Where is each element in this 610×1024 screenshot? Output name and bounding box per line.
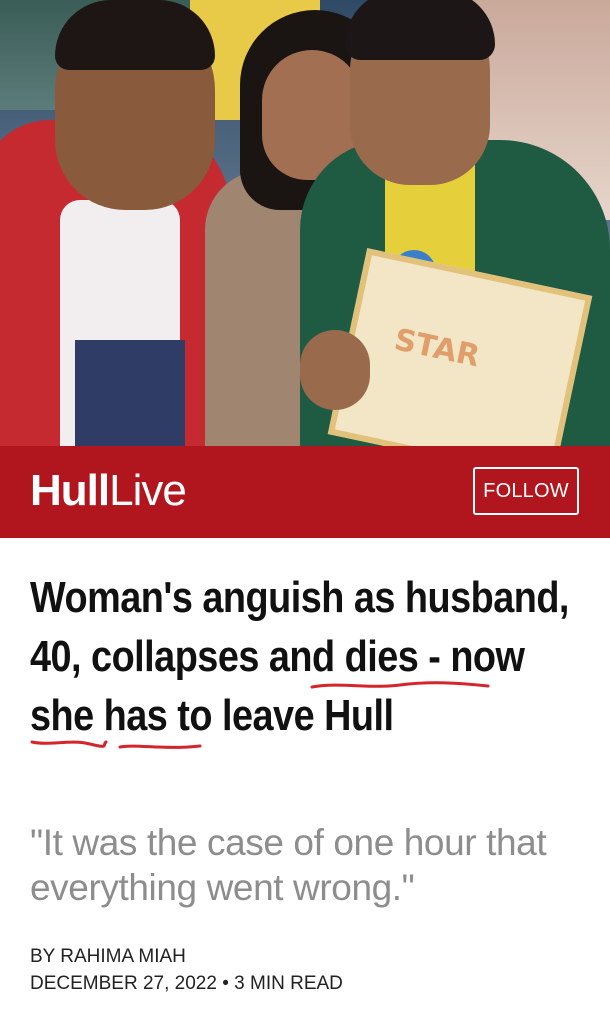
- photo-hand: [300, 330, 370, 410]
- article-page: STAR HullLive FOLLOW Woman's anguish as …: [0, 0, 610, 1024]
- photo-man-hair: [55, 0, 215, 70]
- publisher-logo-part1: Hull: [30, 466, 110, 515]
- photo-man-shirt-lower: [75, 340, 185, 446]
- follow-button[interactable]: FOLLOW: [473, 467, 579, 515]
- article-standfirst: "It was the case of one hour that everyt…: [30, 822, 547, 908]
- article-byline[interactable]: BY RAHIMA MIAH: [30, 944, 590, 969]
- article-date: DECEMBER 27, 2022: [30, 973, 217, 994]
- article-read-time: 3 MIN READ: [234, 973, 343, 994]
- article-meta: DECEMBER 27, 2022 • 3 MIN READ: [30, 971, 590, 996]
- publisher-logo-part2: Live: [109, 466, 187, 515]
- photo-boy-hair: [345, 0, 495, 60]
- meta-separator: •: [222, 973, 229, 994]
- photo-card-text: STAR: [391, 322, 483, 375]
- publisher-logo[interactable]: HullLive: [30, 466, 187, 516]
- hero-photo[interactable]: STAR: [0, 0, 610, 446]
- article-headline: Woman's anguish as husband, 40, collapse…: [30, 573, 569, 740]
